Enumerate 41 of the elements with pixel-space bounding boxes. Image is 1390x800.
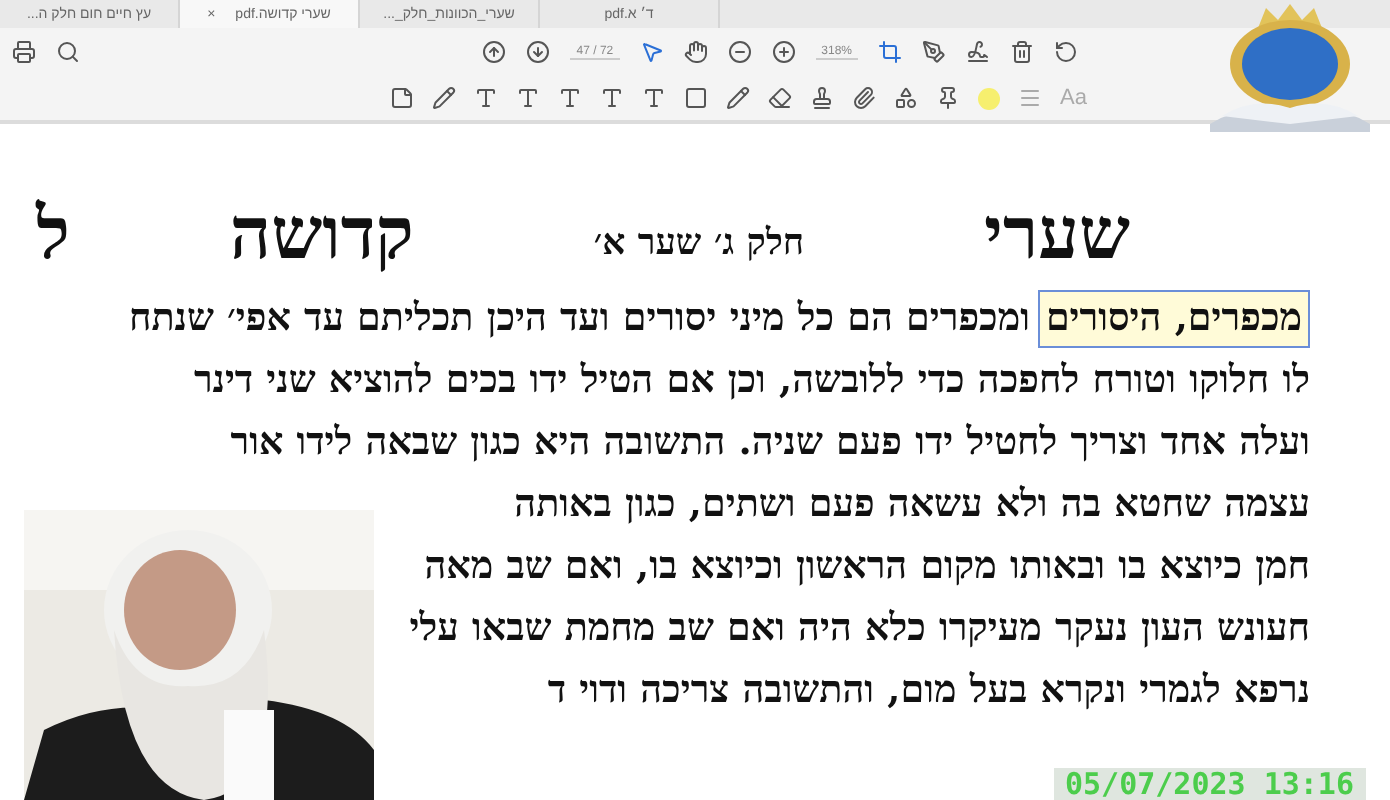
paperclip-icon[interactable] bbox=[852, 86, 876, 110]
text-line: חמן כיוצא בו ובאותו מקום הראשון וכיוצא בו, ואם שב מאה bbox=[424, 544, 1310, 590]
stamp-icon[interactable] bbox=[810, 86, 834, 110]
text-line: נרפא לגמרי ונקרא בעל מום, והתשובה צריכה ודוי ד bbox=[547, 668, 1310, 714]
square-icon[interactable] bbox=[684, 86, 708, 110]
note-icon[interactable] bbox=[390, 86, 414, 110]
heading-word: שערי bbox=[984, 192, 1130, 276]
arrow-down-icon[interactable] bbox=[526, 40, 551, 64]
pencil-icon[interactable] bbox=[726, 86, 750, 110]
crop-icon[interactable] bbox=[878, 40, 902, 64]
hand-icon[interactable] bbox=[683, 40, 708, 64]
printer-icon[interactable] bbox=[12, 40, 36, 64]
text-icon[interactable] bbox=[516, 86, 540, 110]
text-line: לו חלוקו וטורח לחפכה כדי ללובשה, וכן אם הטיל ידו בכים להוציא שני דינר bbox=[193, 358, 1310, 404]
pen-icon[interactable] bbox=[922, 40, 946, 64]
text-line: חעונש העון נעקר מעיקרו כלא היה ואם שב מחמת שבאו עלי bbox=[409, 606, 1310, 652]
color-swatch[interactable] bbox=[978, 87, 1000, 109]
eraser-icon[interactable] bbox=[768, 86, 792, 110]
signature-icon[interactable] bbox=[966, 40, 990, 64]
heading-word: ל bbox=[36, 192, 70, 276]
heading-word: קדושה bbox=[229, 192, 414, 276]
text-icon[interactable] bbox=[600, 86, 624, 110]
arrow-up-icon[interactable] bbox=[482, 40, 507, 64]
pointer-icon[interactable] bbox=[639, 40, 664, 64]
pin-icon[interactable] bbox=[936, 86, 960, 110]
highlighted-text[interactable]: מכפרים, היסורים bbox=[1037, 290, 1310, 348]
text-line: עצמה שחטא בה ולא עשאה פעם ושתים, כגון באותה bbox=[514, 482, 1310, 528]
text-icon[interactable] bbox=[642, 86, 666, 110]
text-line: ועלה אחד וצריך לחטיל ידו פעם שניה. התשובה היא כגון שבאה לידו אור bbox=[230, 420, 1310, 466]
subheading: חלק ג׳ שער א׳ bbox=[593, 222, 805, 264]
text-icon[interactable] bbox=[474, 86, 498, 110]
zoom-in-icon[interactable] bbox=[771, 40, 796, 64]
search-icon[interactable] bbox=[56, 40, 80, 64]
zoom-out-icon[interactable] bbox=[727, 40, 752, 64]
shapes-icon[interactable] bbox=[894, 86, 918, 110]
text-line: ומכפרים הם כל מיני יסורים ועד היכן תכליתם עד אפי׳ שנתח bbox=[128, 296, 1030, 342]
rotate-icon[interactable] bbox=[1054, 40, 1078, 64]
text-icon[interactable] bbox=[558, 86, 582, 110]
timestamp: 05/07/2023 13:16 bbox=[1053, 768, 1366, 800]
trash-icon[interactable] bbox=[1010, 40, 1034, 64]
pencil-icon[interactable] bbox=[432, 86, 456, 110]
